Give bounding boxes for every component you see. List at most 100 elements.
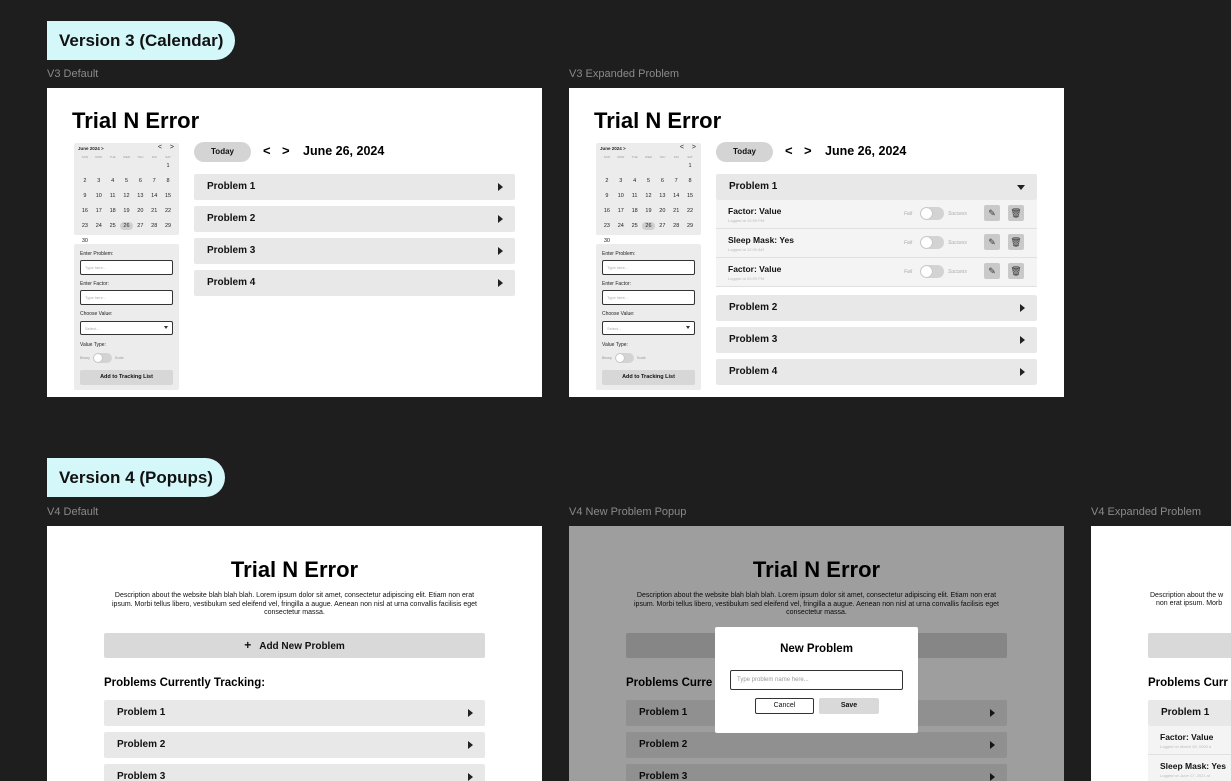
frame-label-v4-default[interactable]: V4 Default [47, 506, 98, 518]
calendar-day[interactable]: 12 [642, 192, 656, 200]
calendar-day[interactable]: 11 [106, 192, 120, 200]
calendar-day[interactable]: 15 [683, 192, 697, 200]
calendar-day[interactable]: 1 [683, 162, 697, 170]
calendar-day[interactable]: 3 [614, 177, 628, 185]
calendar-day[interactable]: 25 [628, 222, 642, 230]
calendar-day[interactable]: 7 [147, 177, 161, 185]
calendar-day[interactable]: 8 [161, 177, 175, 185]
problem-row[interactable]: Problem 4 [716, 359, 1037, 385]
calendar-day[interactable]: 23 [78, 222, 92, 230]
calendar-month[interactable]: June 2024 > [600, 146, 626, 151]
calendar-day[interactable]: 13 [655, 192, 669, 200]
calendar-day[interactable]: 26 [119, 222, 134, 230]
calendar-day[interactable]: 18 [628, 207, 642, 215]
problem-input[interactable]: Type here... [80, 260, 173, 275]
calendar-day[interactable]: 10 [614, 192, 628, 200]
calendar-month[interactable]: June 2024 > [78, 146, 104, 151]
toggle-switch[interactable] [614, 353, 634, 363]
trash-icon[interactable]: 🗑 [1008, 234, 1024, 250]
problem-row[interactable]: Problem 2 [716, 295, 1037, 321]
cancel-button[interactable]: Cancel [755, 698, 814, 714]
calendar-day[interactable]: 2 [600, 177, 614, 185]
problem-input[interactable]: Type here... [602, 260, 695, 275]
calendar-day[interactable]: 11 [628, 192, 642, 200]
calendar-day[interactable]: 25 [106, 222, 120, 230]
calendar-prev-button[interactable]: < [158, 144, 162, 151]
calendar-day[interactable]: 19 [120, 207, 134, 215]
prev-day-button[interactable]: < [785, 143, 793, 158]
save-button[interactable]: Save [819, 698, 879, 714]
edit-icon[interactable]: ✎ [984, 205, 1000, 221]
today-button[interactable]: Today [716, 142, 773, 162]
calendar-day[interactable]: 12 [120, 192, 134, 200]
trash-icon[interactable]: 🗑 [1008, 263, 1024, 279]
calendar-day[interactable]: 16 [78, 207, 92, 215]
calendar-day[interactable]: 24 [614, 222, 628, 230]
calendar-day[interactable]: 4 [106, 177, 120, 185]
problem-row[interactable]: Problem 2 [104, 732, 485, 758]
problem-row[interactable]: Problem 3 [716, 327, 1037, 353]
add-to-tracking-button[interactable]: Add to Tracking List [602, 370, 695, 385]
calendar-day[interactable]: 28 [669, 222, 683, 230]
calendar-day[interactable]: 24 [92, 222, 106, 230]
calendar-day[interactable]: 26 [641, 222, 656, 230]
calendar-day[interactable]: 8 [683, 177, 697, 185]
fail-success-toggle[interactable] [920, 265, 944, 278]
calendar-day[interactable]: 27 [655, 222, 669, 230]
calendar-day[interactable]: 9 [600, 192, 614, 200]
add-to-tracking-button[interactable]: Add to Tracking List [80, 370, 173, 385]
problem-row[interactable]: Problem 4 [194, 270, 515, 296]
factor-input[interactable]: Type here... [602, 290, 695, 305]
calendar-day[interactable]: 20 [655, 207, 669, 215]
add-new-problem-button[interactable] [1148, 633, 1231, 658]
edit-icon[interactable]: ✎ [984, 234, 1000, 250]
problem-row[interactable]: Problem 1 [104, 700, 485, 726]
problem-row[interactable]: Problem 1 [194, 174, 515, 200]
calendar-day[interactable]: 23 [600, 222, 614, 230]
calendar-day[interactable]: 17 [614, 207, 628, 215]
frame-label-v3-default[interactable]: V3 Default [47, 68, 98, 80]
calendar-day[interactable]: 13 [133, 192, 147, 200]
value-select[interactable]: Select... [602, 321, 695, 335]
calendar-day[interactable]: 14 [669, 192, 683, 200]
calendar-day[interactable]: 29 [683, 222, 697, 230]
calendar-day[interactable]: 29 [161, 222, 175, 230]
toggle-switch[interactable] [92, 353, 112, 363]
edit-icon[interactable]: ✎ [984, 263, 1000, 279]
next-day-button[interactable]: > [804, 143, 812, 158]
fail-success-toggle[interactable] [920, 236, 944, 249]
problem-row-expanded[interactable]: Problem 1 [1148, 700, 1231, 726]
calendar-day[interactable]: 20 [133, 207, 147, 215]
calendar-day[interactable]: 28 [147, 222, 161, 230]
problem-row[interactable]: Problem 2 [194, 206, 515, 232]
calendar-day[interactable]: 15 [161, 192, 175, 200]
calendar-day[interactable]: 7 [669, 177, 683, 185]
calendar-day[interactable]: 5 [120, 177, 134, 185]
problem-name-input[interactable]: Type problem name here... [730, 670, 903, 690]
add-new-problem-button[interactable]: + Add New Problem [104, 633, 485, 658]
calendar-next-button[interactable]: > [692, 144, 696, 151]
factor-input[interactable]: Type here... [80, 290, 173, 305]
value-select[interactable]: Select... [80, 321, 173, 335]
calendar-day[interactable]: 6 [133, 177, 147, 185]
frame-label-v4-popup[interactable]: V4 New Problem Popup [569, 506, 686, 518]
calendar-day[interactable]: 17 [92, 207, 106, 215]
calendar-day[interactable]: 1 [161, 162, 175, 170]
trash-icon[interactable]: 🗑 [1008, 205, 1024, 221]
calendar-prev-button[interactable]: < [680, 144, 684, 151]
calendar-day[interactable]: 16 [600, 207, 614, 215]
calendar-day[interactable]: 27 [133, 222, 147, 230]
fail-success-toggle[interactable] [920, 207, 944, 220]
calendar-day[interactable]: 5 [642, 177, 656, 185]
frame-label-v4-expanded[interactable]: V4 Expanded Problem [1091, 506, 1201, 518]
prev-day-button[interactable]: < [263, 143, 271, 158]
calendar-day[interactable]: 14 [147, 192, 161, 200]
calendar-day[interactable]: 3 [92, 177, 106, 185]
calendar-day[interactable]: 4 [628, 177, 642, 185]
calendar-day[interactable]: 10 [92, 192, 106, 200]
calendar-day[interactable]: 21 [147, 207, 161, 215]
calendar-day[interactable]: 21 [669, 207, 683, 215]
calendar-day[interactable]: 22 [161, 207, 175, 215]
calendar-day[interactable]: 19 [642, 207, 656, 215]
calendar-next-button[interactable]: > [170, 144, 174, 151]
